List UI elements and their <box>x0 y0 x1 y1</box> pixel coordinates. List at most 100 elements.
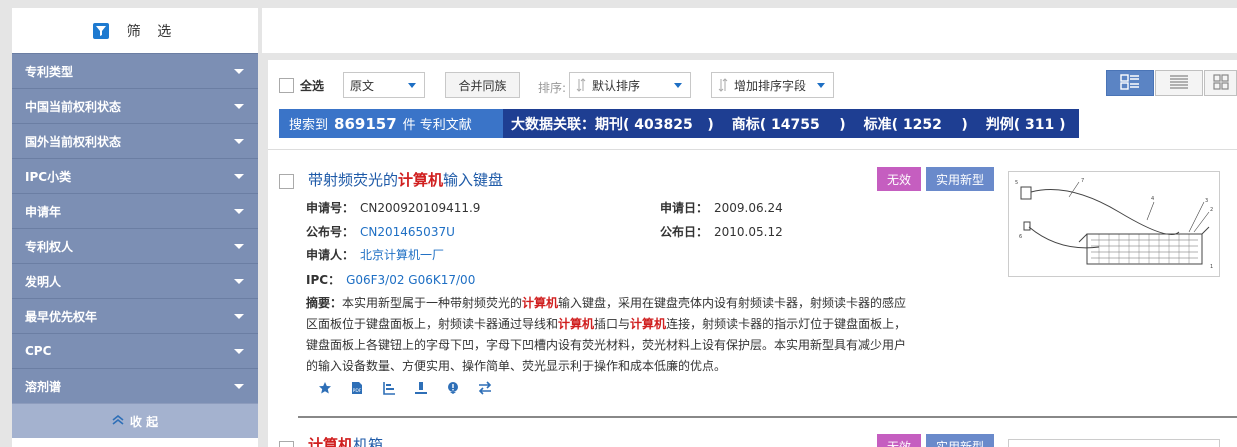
result-count-prefix: 搜索到 <box>289 118 329 133</box>
field-label: 公布号： <box>306 225 355 239</box>
star-icon[interactable] <box>318 381 332 395</box>
chevron-down-icon <box>234 243 244 249</box>
abstract: 摘要：本实用新型属于一种带射频荧光的计算机输入键盘，采用在键盘壳体内设有射频读卡… <box>306 293 911 377</box>
svg-text:2: 2 <box>1210 207 1213 213</box>
sidebar-item-application-year[interactable]: 申请年 <box>12 193 258 228</box>
application-date: 申请日： 2009.06.24 <box>660 199 783 216</box>
chevron-down-icon <box>234 313 244 319</box>
standard-link[interactable]: 标准( 1252 ) <box>864 114 968 134</box>
bigdata-links: 大数据关联：期刊( 403825 ) 商标( 14755 ) 标准( 1252 … <box>503 109 1079 138</box>
view-grid-button[interactable] <box>1204 70 1237 96</box>
ipc: IPC： G06F3/02 G06K17/00 <box>306 271 475 288</box>
chevron-down-icon <box>408 82 416 88</box>
sidebar-item-label: 中国当前权利状态 <box>25 99 122 114</box>
sidebar-item-solvent-spectrum[interactable]: 溶剂谱 <box>12 368 258 403</box>
outline-icon[interactable] <box>382 381 396 395</box>
upload-icon[interactable] <box>414 381 428 395</box>
status-badge: 无效 <box>877 167 921 191</box>
field-label: 申请日： <box>660 201 709 215</box>
field-label: 公布日： <box>660 225 709 239</box>
sidebar-item-patent-type[interactable]: 专利类型 <box>12 53 258 88</box>
view-detail-button[interactable] <box>1106 70 1154 96</box>
sidebar-item-cn-right-status[interactable]: 中国当前权利状态 <box>12 88 258 123</box>
select-all-checkbox[interactable] <box>279 78 294 93</box>
results-summary-bar: 搜索到 869157 件 专利文献 大数据关联：期刊( 403825 ) 商标(… <box>279 109 1079 138</box>
sidebar-item-inventor[interactable]: 发明人 <box>12 263 258 298</box>
case-link[interactable]: 判例( 311 ) <box>986 114 1066 134</box>
result-title[interactable]: 带射频荧光的计算机输入键盘 <box>308 169 503 190</box>
sidebar-item-foreign-right-status[interactable]: 国外当前权利状态 <box>12 123 258 158</box>
result-count-number: 869157 <box>334 114 397 133</box>
field-label: 申请号： <box>306 201 355 215</box>
chevron-down-icon <box>234 383 244 389</box>
application-number: 申请号： CN200920109411.9 <box>306 199 480 216</box>
add-sort-field-select[interactable]: 增加排序字段 <box>711 72 834 98</box>
text-mode-select[interactable]: 原文 <box>343 72 425 98</box>
sidebar-item-label: IPC小类 <box>25 169 72 184</box>
result-count-suffix: 件 专利文献 <box>402 118 472 133</box>
merge-family-button[interactable]: 合并同族 <box>445 72 520 98</box>
sidebar-item-label: 专利权人 <box>25 239 74 254</box>
result-title-text: 输入键盘 <box>443 171 504 189</box>
status-badge: 无效 <box>877 434 921 447</box>
publication-date: 公布日： 2010.05.12 <box>660 223 783 240</box>
sort-value: 默认排序 <box>592 78 641 93</box>
result-checkbox[interactable] <box>279 174 294 189</box>
applicant-link[interactable]: 北京计算机一厂 <box>360 248 444 262</box>
alert-icon[interactable] <box>446 381 460 395</box>
publication-number: 公布号： CN201465037U <box>306 223 455 240</box>
sort-select[interactable]: 默认排序 <box>569 72 691 98</box>
sidebar-item-cpc[interactable]: CPC <box>12 333 258 368</box>
patent-drawing-thumbnail[interactable] <box>1008 439 1220 447</box>
result-title-text: 带射频荧光的 <box>308 171 399 189</box>
select-all[interactable]: 全选 <box>279 77 324 94</box>
result-actions: PDF <box>318 381 492 395</box>
top-band <box>262 8 1237 53</box>
result-separator <box>298 416 1237 418</box>
chevron-down-icon <box>234 348 244 354</box>
keyword-highlight: 计算机 <box>558 317 595 331</box>
sidebar-item-earliest-priority-year[interactable]: 最早优先权年 <box>12 298 258 333</box>
svg-text:5: 5 <box>1015 180 1018 186</box>
keyword-highlight: 计算机 <box>308 436 354 447</box>
result-count: 搜索到 869157 件 专利文献 <box>279 109 503 138</box>
pdf-icon[interactable]: PDF <box>350 381 364 395</box>
sidebar-item-patentee[interactable]: 专利权人 <box>12 228 258 263</box>
compare-icon[interactable] <box>478 381 492 395</box>
sidebar-item-ipc-subclass[interactable]: IPC小类 <box>12 158 258 193</box>
ipc-link[interactable]: G06F3/02 G06K17/00 <box>346 273 475 287</box>
sidebar-item-label: 专利类型 <box>25 64 74 79</box>
chevron-down-icon <box>234 278 244 284</box>
add-sort-field-label: 增加排序字段 <box>734 78 807 93</box>
applicant: 申请人： 北京计算机一厂 <box>306 246 444 263</box>
field-label: IPC： <box>306 273 341 287</box>
sidebar-item-label: 发明人 <box>25 274 62 289</box>
keyword-highlight: 计算机 <box>522 296 559 310</box>
result-checkbox[interactable] <box>279 441 294 447</box>
select-all-label: 全选 <box>300 79 325 93</box>
svg-text:6: 6 <box>1019 234 1022 240</box>
chevron-down-icon <box>234 103 244 109</box>
chevron-down-icon <box>234 68 244 74</box>
sort-icon <box>576 78 586 92</box>
type-badge: 实用新型 <box>926 167 994 191</box>
chevron-down-icon <box>674 82 682 88</box>
text-mode-value: 原文 <box>350 78 375 93</box>
filter-sidebar: 筛 选 专利类型 中国当前权利状态 国外当前权利状态 IPC小类 申请年 专利权… <box>12 8 258 447</box>
sort-label: 排序: <box>538 81 567 95</box>
result-title[interactable]: 计算机机箱 <box>308 434 383 447</box>
view-list-button[interactable] <box>1155 70 1203 96</box>
field-value: 2010.05.12 <box>714 225 783 239</box>
field-value: 2009.06.24 <box>714 201 783 215</box>
chevron-down-icon <box>817 82 825 88</box>
patent-drawing-thumbnail[interactable]: 7 4 3 2 1 5 6 <box>1008 171 1220 277</box>
sidebar-item-label: 溶剂谱 <box>25 379 62 394</box>
publication-number-link[interactable]: CN201465037U <box>360 225 455 239</box>
chevron-down-icon <box>234 138 244 144</box>
trademark-link[interactable]: 商标( 14755 ) <box>732 114 846 134</box>
svg-text:PDF: PDF <box>353 388 362 394</box>
svg-text:4: 4 <box>1151 196 1154 202</box>
journal-link[interactable]: 大数据关联：期刊( 403825 ) <box>511 114 714 134</box>
chevron-down-icon <box>234 173 244 179</box>
collapse-button[interactable]: 收 起 <box>12 403 258 438</box>
